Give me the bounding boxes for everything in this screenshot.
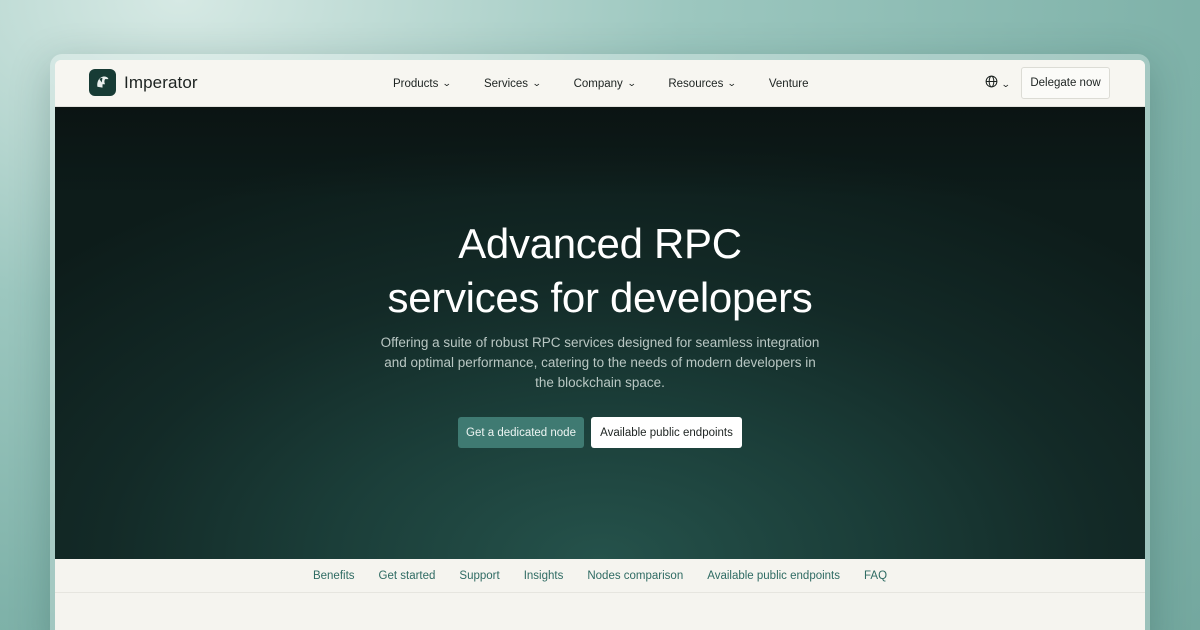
hero-title: Advanced RPC services for developers	[55, 217, 1145, 325]
chevron-down-icon: ⌄	[1000, 78, 1011, 89]
menu-item-label: Resources	[668, 77, 724, 90]
menu-item-label: Company	[573, 77, 623, 90]
spartan-helmet-icon	[89, 69, 116, 96]
menu-item-venture[interactable]: Venture	[769, 78, 809, 90]
hero-title-line2: services for developers	[387, 274, 813, 321]
menu-item-label: Venture	[768, 77, 809, 90]
subnav-link-benefits[interactable]: Benefits	[313, 570, 355, 582]
hero-section: Advanced RPC services for developers Off…	[55, 107, 1145, 559]
hero-title-line1: Advanced RPC	[458, 220, 742, 267]
chevron-down-icon: ⌄	[531, 78, 542, 88]
menu-item-label: Products	[393, 77, 439, 90]
subnav-link-public-endpoints[interactable]: Available public endpoints	[707, 570, 840, 582]
hero-subtitle: Offering a suite of robust RPC services …	[380, 335, 820, 390]
section-subnav: Benefits Get started Support Insights No…	[55, 559, 1145, 593]
brand-name: Imperator	[124, 72, 198, 92]
main-menu: Products ⌄ Services ⌄ Company ⌄ Resource…	[393, 60, 842, 107]
browser-window: Imperator Products ⌄ Services ⌄ Company …	[55, 60, 1145, 630]
subnav-link-insights[interactable]: Insights	[524, 570, 564, 582]
subnav-link-support[interactable]: Support	[459, 570, 499, 582]
available-public-endpoints-button[interactable]: Available public endpoints	[591, 417, 742, 448]
menu-item-resources[interactable]: Resources ⌄	[668, 77, 738, 90]
menu-item-products[interactable]: Products ⌄	[393, 77, 453, 90]
chevron-down-icon: ⌄	[626, 78, 637, 88]
delegate-now-button[interactable]: Delegate now	[1021, 67, 1110, 99]
subnav-link-nodes-comparison[interactable]: Nodes comparison	[587, 570, 683, 582]
top-navbar: Imperator Products ⌄ Services ⌄ Company …	[55, 60, 1145, 107]
globe-icon	[985, 75, 998, 93]
brand-logo[interactable]: Imperator	[89, 69, 198, 96]
menu-item-label: Services	[483, 77, 529, 90]
subnav-link-get-started[interactable]: Get started	[379, 570, 436, 582]
content-area	[55, 594, 1145, 630]
menu-item-company[interactable]: Company ⌄	[573, 77, 637, 90]
language-selector[interactable]: ⌄	[985, 75, 1011, 93]
chevron-down-icon: ⌄	[727, 78, 738, 88]
subnav-link-faq[interactable]: FAQ	[864, 570, 887, 582]
get-dedicated-node-button[interactable]: Get a dedicated node	[458, 417, 584, 448]
menu-item-services[interactable]: Services ⌄	[483, 77, 542, 90]
chevron-down-icon: ⌄	[442, 78, 453, 88]
